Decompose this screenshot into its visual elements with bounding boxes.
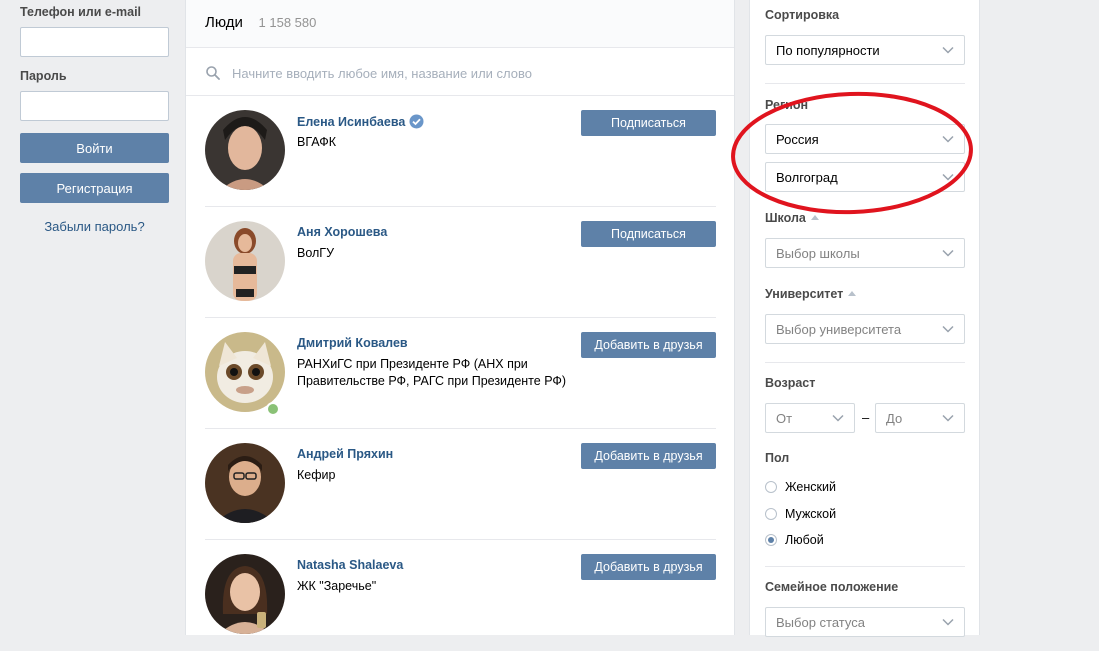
search-icon [206, 66, 220, 80]
avatar[interactable] [205, 221, 285, 301]
results-title: Люди [205, 14, 243, 31]
divider [765, 83, 965, 84]
person-name[interactable]: Аня Хорошева [297, 225, 387, 239]
age-to-select[interactable]: До [875, 403, 965, 433]
person-row: Аня Хорошева ВолГУ Подписаться [205, 207, 716, 318]
country-select[interactable]: Россия [765, 124, 965, 154]
person-university: ВолГУ [297, 246, 335, 260]
divider [765, 566, 965, 567]
avatar[interactable] [205, 443, 285, 523]
region-label: Регион [765, 98, 809, 112]
verified-icon [409, 114, 424, 129]
city-select[interactable]: Волгоград [765, 162, 965, 192]
chevron-down-icon [942, 618, 954, 626]
person-row: Андрей Пряхин Кефир Добавить в друзья [205, 429, 716, 540]
register-button[interactable]: Регистрация [20, 173, 169, 203]
collapse-arrow-icon [810, 215, 819, 220]
person-name[interactable]: Елена Исинбаева [297, 114, 424, 129]
sex-option-male[interactable]: Мужской [765, 507, 836, 521]
phone-label: Телефон или e-mail [20, 5, 142, 19]
school-select[interactable]: Выбор школы [765, 238, 965, 268]
sex-option-any[interactable]: Любой [765, 533, 824, 547]
person-university: ВГАФК [297, 135, 336, 149]
marital-status-select[interactable]: Выбор статуса [765, 607, 965, 637]
password-label: Пароль [20, 69, 67, 83]
person-row: Natasha Shalaeva ЖК "Заречье" Добавить в… [205, 540, 716, 651]
chevron-down-icon [942, 325, 954, 333]
person-university: Кефир [297, 468, 336, 482]
avatar[interactable] [205, 110, 285, 190]
add-friend-button[interactable]: Добавить в друзья [581, 332, 716, 358]
sort-select[interactable]: По популярности [765, 35, 965, 65]
results-count: 1 158 580 [258, 15, 317, 30]
divider [765, 362, 965, 363]
chevron-down-icon [832, 414, 844, 422]
age-dash: – [862, 410, 870, 425]
person-university: РАНХиГС при Президенте РФ (АНХ при Прави… [297, 357, 567, 388]
add-friend-button[interactable]: Добавить в друзья [581, 443, 716, 469]
search-input[interactable] [230, 60, 714, 86]
age-label: Возраст [765, 376, 816, 390]
person-name[interactable]: Андрей Пряхин [297, 447, 393, 461]
university-label[interactable]: Университет [765, 287, 857, 301]
forgot-password-link[interactable]: Забыли пароль? [20, 219, 169, 234]
chevron-down-icon [942, 173, 954, 181]
sex-label: Пол [765, 451, 790, 465]
login-form: Телефон или e-mail Пароль Войти Регистра… [20, 0, 169, 234]
people-results-panel: Люди 1 158 580 Елена Исинбаева ВГАФК Под… [185, 0, 735, 635]
university-select[interactable]: Выбор университета [765, 314, 965, 344]
age-from-select[interactable]: От [765, 403, 855, 433]
person-row: Елена Исинбаева ВГАФК Подписаться [205, 96, 716, 207]
search-bar [186, 48, 734, 96]
avatar[interactable] [205, 554, 285, 634]
sort-label: Сортировка [765, 8, 840, 22]
radio-button[interactable] [765, 481, 777, 493]
chevron-down-icon [942, 249, 954, 257]
radio-button-selected[interactable] [765, 534, 777, 546]
results-header: Люди 1 158 580 [186, 0, 734, 48]
subscribe-button[interactable]: Подписаться [581, 110, 716, 136]
password-input[interactable] [20, 91, 169, 121]
online-indicator [266, 402, 280, 416]
chevron-down-icon [942, 46, 954, 54]
login-button[interactable]: Войти [20, 133, 169, 163]
marital-status-label: Семейное положение [765, 580, 899, 594]
person-row: Дмитрий Ковалев РАНХиГС при Президенте Р… [205, 318, 716, 429]
avatar[interactable] [205, 332, 285, 412]
chevron-down-icon [942, 135, 954, 143]
person-university: ЖК "Заречье" [297, 579, 377, 593]
person-name[interactable]: Natasha Shalaeva [297, 558, 403, 572]
chevron-down-icon [942, 414, 954, 422]
sex-option-female[interactable]: Женский [765, 480, 836, 494]
phone-input[interactable] [20, 27, 169, 57]
collapse-arrow-icon [848, 291, 857, 296]
school-label[interactable]: Школа [765, 211, 819, 225]
add-friend-button[interactable]: Добавить в друзья [581, 554, 716, 580]
search-filters-panel: Сортировка По популярности Регион Россия… [749, 0, 980, 637]
subscribe-button[interactable]: Подписаться [581, 221, 716, 247]
radio-button[interactable] [765, 508, 777, 520]
person-name[interactable]: Дмитрий Ковалев [297, 336, 408, 350]
